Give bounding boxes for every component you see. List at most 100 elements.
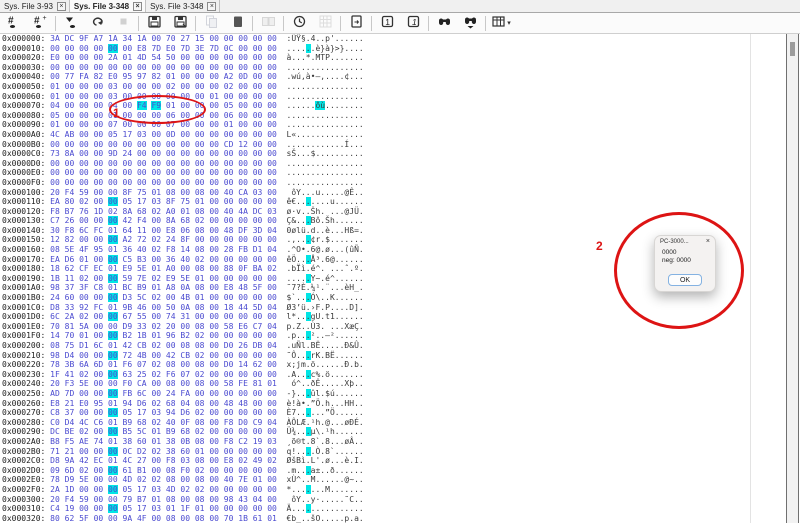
hex-byte[interactable]: 00 — [180, 379, 190, 388]
hex-byte[interactable]: 00 — [209, 504, 219, 513]
hex-byte[interactable]: 00 — [224, 168, 234, 177]
hex-byte[interactable]: 68 — [166, 399, 176, 408]
hex-byte[interactable]: 02 — [137, 475, 147, 484]
hex-byte[interactable]: 00 — [180, 53, 190, 62]
hex-byte[interactable]: 02 — [79, 427, 89, 436]
hex-byte[interactable]: 95 — [123, 72, 133, 81]
save-sector-as-button[interactable] — [167, 14, 193, 33]
hex-byte[interactable]: 00 — [137, 159, 147, 168]
hex-byte[interactable]: 00 — [79, 140, 89, 149]
hex-byte[interactable]: 14 — [238, 360, 248, 369]
hex-byte[interactable]: 00 — [65, 178, 75, 187]
hex-byte[interactable]: C7 — [253, 322, 263, 331]
hex-byte[interactable]: E0 — [108, 72, 118, 81]
hex-byte[interactable]: 03 — [267, 207, 277, 216]
hex-byte[interactable]: 00 — [79, 92, 89, 101]
hex-byte[interactable]: 08 — [166, 495, 176, 504]
hex-byte[interactable]: 00 — [267, 149, 277, 158]
hex-byte[interactable]: 00 — [79, 63, 89, 72]
hex-byte[interactable]: 94 — [166, 408, 176, 417]
ascii-char[interactable]: . — [359, 53, 364, 62]
hex-byte[interactable]: 00 — [253, 408, 263, 417]
hex-byte[interactable]: 00 — [151, 379, 161, 388]
hex-byte[interactable]: 4C — [79, 418, 89, 427]
hex-byte[interactable]: 00 — [108, 447, 118, 456]
hex-byte[interactable]: 00 — [94, 495, 104, 504]
hex-byte[interactable]: 40 — [224, 188, 234, 197]
hex-byte[interactable]: 00 — [253, 293, 263, 302]
hex-byte[interactable]: 03 — [151, 504, 161, 513]
hex-byte[interactable]: F8 — [50, 207, 60, 216]
hex-byte[interactable]: 00 — [209, 188, 219, 197]
hex-byte[interactable]: 00 — [166, 149, 176, 158]
hex-byte[interactable]: 82 — [65, 235, 75, 244]
hex-byte[interactable]: 08 — [195, 437, 205, 446]
hex-byte[interactable]: 00 — [253, 370, 263, 379]
ascii-char[interactable]: . — [359, 274, 364, 283]
hex-byte[interactable]: 01 — [195, 197, 205, 206]
hex-byte[interactable]: 00 — [267, 34, 277, 43]
hex-byte[interactable]: 42 — [79, 456, 89, 465]
hex-byte[interactable]: 00 — [137, 140, 147, 149]
hex-byte[interactable]: 1A — [108, 34, 118, 43]
hex-byte[interactable]: 00 — [79, 351, 89, 360]
hex-byte[interactable]: 59 — [123, 274, 133, 283]
hex-byte[interactable]: 00 — [253, 399, 263, 408]
paste-button[interactable] — [224, 14, 250, 33]
hex-byte[interactable]: D9 — [65, 475, 75, 484]
hex-byte[interactable]: 00 — [209, 235, 219, 244]
hex-byte[interactable]: FB — [123, 389, 133, 398]
hex-byte[interactable]: F6 — [123, 360, 133, 369]
hex-byte[interactable]: 37 — [65, 408, 75, 417]
hex-byte[interactable]: 00 — [209, 159, 219, 168]
hex-byte[interactable]: 00 — [108, 274, 118, 283]
hex-byte[interactable]: 82 — [151, 72, 161, 81]
hex-byte[interactable]: 00 — [108, 216, 118, 225]
ascii-char[interactable]: . — [359, 264, 364, 273]
hex-byte[interactable]: 97 — [137, 72, 147, 81]
hex-byte[interactable]: 59 — [79, 188, 89, 197]
hex-byte[interactable]: D8 — [50, 456, 60, 465]
ascii-char[interactable]: . — [359, 226, 364, 235]
hex-byte[interactable]: 70 — [166, 34, 176, 43]
hex-byte[interactable]: 05 — [108, 130, 118, 139]
hex-byte[interactable]: 00 — [224, 331, 234, 340]
hex-byte[interactable]: 00 — [209, 322, 219, 331]
hex-byte[interactable]: 62 — [65, 514, 75, 523]
hex-byte[interactable]: 00 — [267, 111, 277, 120]
hex-byte[interactable]: 00 — [209, 466, 219, 475]
hex-byte[interactable]: 02 — [151, 245, 161, 254]
hex-byte[interactable]: 00 — [137, 63, 147, 72]
hex-byte[interactable]: 00 — [79, 168, 89, 177]
hex-byte[interactable]: 00 — [253, 111, 263, 120]
hex-byte[interactable]: 05 — [123, 408, 133, 417]
ascii-char[interactable]: . — [359, 92, 364, 101]
ascii-char[interactable]: . — [359, 159, 364, 168]
hex-byte[interactable]: 5F — [253, 283, 263, 292]
hex-byte[interactable]: 38 — [123, 437, 133, 446]
hex-byte[interactable]: 00 — [209, 408, 219, 417]
ascii-char[interactable]: . — [359, 341, 364, 350]
hex-byte[interactable]: 04 — [267, 245, 277, 254]
hex-byte[interactable]: 00 — [224, 312, 234, 321]
hex-byte[interactable]: 00 — [79, 53, 89, 62]
hex-byte[interactable]: 00 — [94, 159, 104, 168]
hex-byte[interactable]: 92 — [79, 303, 89, 312]
hex-byte[interactable]: BC — [123, 283, 133, 292]
hex-byte[interactable]: E8 — [224, 283, 234, 292]
hex-byte[interactable]: 02 — [195, 351, 205, 360]
hex-byte[interactable]: 00 — [79, 120, 89, 129]
hex-byte[interactable]: 08 — [195, 456, 205, 465]
hex-byte[interactable]: 44 — [238, 303, 248, 312]
hex-byte[interactable]: 5D — [253, 303, 263, 312]
hex-byte[interactable]: 01 — [253, 475, 263, 484]
hex-byte[interactable]: 00 — [151, 226, 161, 235]
hex-byte[interactable]: 01 — [151, 437, 161, 446]
hex-byte[interactable]: BE — [65, 427, 75, 436]
hex-byte[interactable]: 01 — [166, 72, 176, 81]
hex-byte[interactable]: 00 — [209, 168, 219, 177]
hex-byte[interactable]: 02 — [151, 475, 161, 484]
hex-byte[interactable]: 00 — [253, 92, 263, 101]
scrollbar-thumb[interactable] — [790, 42, 795, 56]
hex-byte[interactable]: 9D — [108, 149, 118, 158]
